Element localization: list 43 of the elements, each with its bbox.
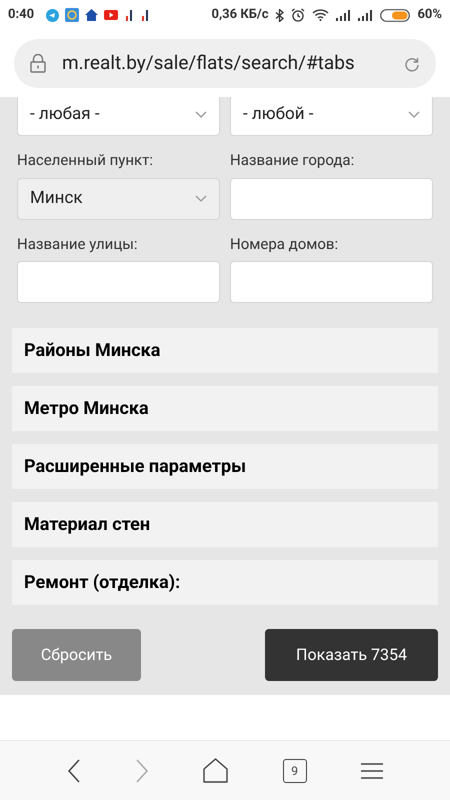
- url-text: m.realt.by/sale/flats/search/#tabs: [62, 50, 355, 76]
- video-icon: [104, 10, 118, 20]
- clock: 0:40: [8, 6, 34, 24]
- field-label: Номера домов:: [230, 234, 340, 254]
- reset-button[interactable]: Сбросить: [12, 629, 141, 681]
- field-label: Название города:: [230, 150, 356, 171]
- lock-icon: [30, 54, 46, 73]
- alarm-icon: [291, 8, 306, 22]
- home-icon: [85, 9, 98, 21]
- tabs-button[interactable]: 9: [282, 758, 307, 782]
- forward-icon[interactable]: [135, 758, 150, 782]
- dropdown[interactable]: - любой -: [230, 97, 433, 136]
- dropdown[interactable]: - любая -: [17, 97, 220, 136]
- field-label: Название улицы:: [17, 234, 138, 254]
- back-icon[interactable]: [67, 758, 82, 782]
- bluetooth-icon: [275, 8, 284, 22]
- battery-icon: [380, 8, 410, 22]
- menu-icon[interactable]: [360, 762, 383, 778]
- signal-icon: [358, 10, 374, 20]
- battery-percent: 60%: [417, 6, 442, 24]
- reload-icon[interactable]: [404, 56, 420, 72]
- field-label: Населенный пункт:: [17, 150, 154, 171]
- signal-app-icon: [140, 9, 150, 21]
- input-field[interactable]: [17, 261, 220, 303]
- section-header[interactable]: Материал стен: [12, 502, 438, 547]
- app-icon: [65, 8, 80, 22]
- show-results-button[interactable]: Показать 7354: [265, 629, 438, 681]
- chevron-down-icon: [195, 111, 207, 119]
- section-header[interactable]: Расширенные параметры: [12, 444, 438, 489]
- input-field[interactable]: [230, 261, 433, 303]
- chevron-down-icon: [408, 111, 420, 119]
- home-icon[interactable]: [203, 758, 228, 783]
- network-speed: 0,36 КБ/с: [212, 6, 268, 24]
- wifi-icon: [312, 9, 330, 21]
- signal-app-icon: [124, 9, 134, 21]
- section-header[interactable]: Районы Минска: [12, 328, 438, 373]
- telegram-icon: [46, 8, 60, 22]
- section-header[interactable]: Ремонт (отделка):: [12, 560, 438, 605]
- address-bar[interactable]: m.realt.by/sale/flats/search/#tabs: [14, 39, 436, 88]
- signal-icon: [336, 10, 352, 20]
- section-header[interactable]: Метро Минска: [12, 386, 438, 431]
- chevron-down-icon: [195, 194, 207, 202]
- input-field[interactable]: [230, 178, 433, 220]
